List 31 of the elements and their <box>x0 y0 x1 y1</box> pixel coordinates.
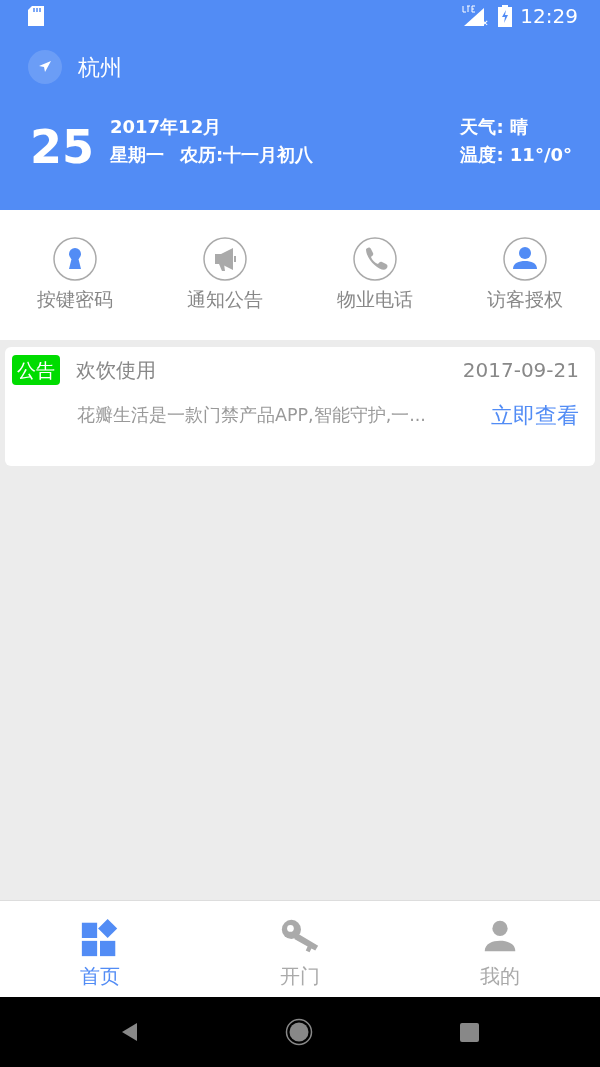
year-month: 2017年12月 <box>110 115 223 139</box>
keyhole-icon[interactable] <box>53 236 97 281</box>
clock-time: 12:29 <box>520 3 578 30</box>
action-label[interactable]: 物业电话 <box>337 284 413 314</box>
notice-date: 2017-09-21 <box>462 357 579 384</box>
view-now-link[interactable]: 立即查看 <box>491 399 579 432</box>
back-icon[interactable] <box>121 1022 140 1042</box>
notice-summary: 花瓣生活是一款门禁产品APP,智能守护,一... <box>77 404 426 428</box>
notice-title: 欢饮使用 <box>76 357 156 384</box>
home-circle-icon[interactable] <box>285 1018 314 1046</box>
weather-text: 天气: 晴 <box>460 115 529 139</box>
phone-icon[interactable] <box>353 236 397 281</box>
action-label[interactable]: 访客授权 <box>487 284 563 314</box>
nav-tab[interactable]: 我的 <box>399 901 600 997</box>
notice-tag: 公告 <box>12 355 60 385</box>
nav-tab[interactable]: 开门 <box>199 901 400 997</box>
nav-tab[interactable]: 首页 <box>0 901 200 997</box>
day-number: 25 <box>30 124 94 170</box>
person-icon[interactable] <box>503 236 547 281</box>
battery-icon <box>498 5 513 27</box>
lunar-date: 农历:十一月初八 <box>180 143 314 167</box>
sd-card-icon <box>28 6 44 26</box>
action-label[interactable]: 按键密码 <box>37 284 113 314</box>
city-name[interactable]: 杭州 <box>78 50 122 84</box>
recents-icon[interactable] <box>459 1022 479 1042</box>
weekday: 星期一 <box>110 143 164 167</box>
notice-card[interactable]: 公告 欢饮使用 2017-09-21 花瓣生活是一款门禁产品APP,智能守护,一... 立即查看 <box>5 347 595 466</box>
megaphone-icon[interactable] <box>203 236 247 281</box>
action-label[interactable]: 通知公告 <box>187 284 263 314</box>
temperature-text: 温度: 11°/0° <box>460 143 572 167</box>
signal-icon <box>462 4 491 28</box>
